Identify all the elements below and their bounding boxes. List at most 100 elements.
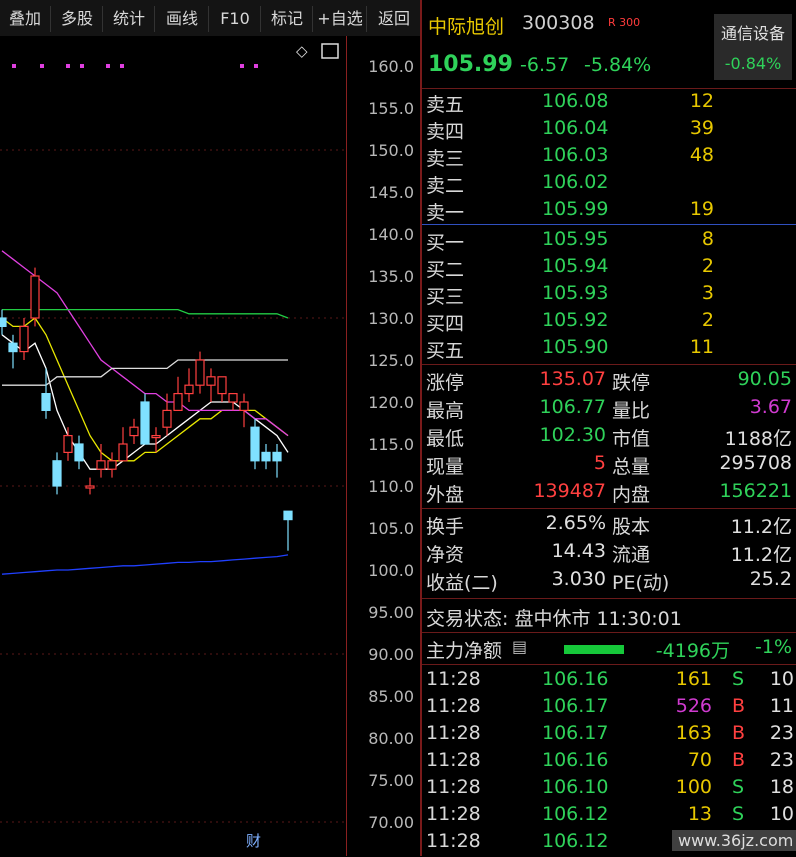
stock-name: 中际旭创 (428, 16, 505, 38)
candle-body[interactable] (195, 359, 205, 386)
toolbar-button-7[interactable]: 返回 (368, 6, 421, 32)
tick-time: 11:28 (426, 668, 481, 690)
bid-price: 105.93 (542, 282, 609, 304)
ask-label: 卖一 (426, 202, 465, 224)
candle-body[interactable] (151, 435, 161, 439)
stat-label: 涨停 (426, 372, 465, 394)
sector-button[interactable]: 通信设备 -0.84% (714, 14, 792, 80)
candle-body[interactable] (96, 460, 106, 470)
ask-row[interactable]: 卖五 106.08 12 (422, 90, 796, 117)
list-icon[interactable]: ▤ (512, 637, 527, 656)
stat-value: 156221 (719, 480, 792, 502)
tick-price: 106.12 (542, 830, 609, 852)
candle-body[interactable] (162, 409, 172, 428)
candle-body[interactable] (250, 426, 260, 462)
tick-row[interactable]: 11:28 106.17 526 B 11 (422, 695, 796, 722)
stat-row: 收益(二) 3.030 PE(动) 25.2 (422, 568, 796, 595)
candle-body[interactable] (261, 451, 271, 462)
axis-tick-label: 100.0 (368, 561, 414, 580)
tick-row[interactable]: 11:28 106.16 70 B 23 (422, 749, 796, 776)
candle-body[interactable] (140, 401, 150, 445)
last-price: 105.99 (428, 52, 513, 77)
ask-volume: 48 (689, 144, 714, 166)
axis-tick-label: 155.0 (368, 99, 414, 118)
bid-row[interactable]: 买四 105.92 2 (422, 309, 796, 336)
candle-body[interactable] (85, 485, 95, 489)
stock-code: 300308 (522, 12, 595, 34)
tick-volume: 100 (675, 776, 712, 798)
candle-body[interactable] (272, 451, 282, 462)
ask-row[interactable]: 卖三 106.03 48 (422, 144, 796, 171)
tick-side: S (732, 776, 745, 798)
tick-row[interactable]: 11:28 106.17 163 B 23 (422, 722, 796, 749)
toolbar-button-6[interactable]: +自选 (314, 6, 367, 32)
stat-label: 最低 (426, 428, 465, 450)
ask-row[interactable]: 卖四 106.04 39 (422, 117, 796, 144)
divider (422, 364, 796, 365)
signal-dot (66, 64, 70, 68)
toolbar-button-1[interactable]: 多股 (52, 6, 103, 32)
ma-line-4 (2, 359, 288, 386)
bid-row[interactable]: 买一 105.95 8 (422, 228, 796, 255)
stat-label: 量比 (612, 400, 651, 422)
candle-body[interactable] (118, 443, 128, 462)
candle-body[interactable] (63, 435, 73, 454)
ma-line-3 (2, 308, 289, 319)
main-flow-pct: -1% (755, 636, 792, 658)
ask-row[interactable]: 卖一 105.99 19 (422, 198, 796, 225)
candle-body[interactable] (217, 376, 227, 395)
ask-row[interactable]: 卖二 106.02 (422, 171, 796, 198)
tick-price: 106.17 (542, 695, 609, 717)
bid-label: 买五 (426, 340, 465, 362)
candle-body[interactable] (239, 401, 249, 411)
signal-dot (40, 64, 44, 68)
axis-tick-label: 70.00 (368, 813, 414, 832)
toolbar-button-5[interactable]: 标记 (262, 6, 313, 32)
tick-count: 23 (769, 749, 794, 771)
diamond-icon[interactable]: ◇ (296, 42, 308, 60)
bid-row[interactable]: 买二 105.94 2 (422, 255, 796, 282)
tick-row[interactable]: 11:28 106.10 100 S 18 (422, 776, 796, 803)
candle-body[interactable] (107, 460, 117, 470)
candle-body[interactable] (283, 510, 293, 521)
tick-time: 11:28 (426, 776, 481, 798)
axis-separator (346, 36, 347, 856)
axis-tick-label: 130.0 (368, 309, 414, 328)
panel-toggle-icon[interactable] (321, 43, 339, 59)
axis-tick-label: 160.0 (368, 57, 414, 76)
candle-body[interactable] (206, 376, 216, 386)
candle-body[interactable] (0, 317, 7, 327)
toolbar-button-4[interactable]: F10 (210, 6, 261, 32)
stat-value: 135.07 (539, 368, 606, 390)
kline-chart[interactable]: 160.0 155.0 150.0 145.0 140.0 135.0 130.0 125.0… (0, 36, 420, 856)
main-flow-amount: -4196万 (655, 640, 730, 662)
candle-body[interactable] (52, 460, 62, 487)
trade-status: 交易状态: 盘中休市 11:30:01 (426, 608, 682, 630)
toolbar-button-2[interactable]: 统计 (104, 6, 155, 32)
tick-row[interactable]: 11:28 106.12 13 S 10 (422, 803, 796, 830)
candle-body[interactable] (41, 393, 51, 412)
candle-body[interactable] (228, 393, 238, 403)
ma-line-5 (1, 554, 289, 575)
finance-marker[interactable]: 财 (246, 832, 261, 850)
stat-label: 收益(二) (426, 572, 498, 594)
tick-price: 106.16 (542, 749, 609, 771)
price-change-pct: -5.84% (584, 54, 652, 76)
candle-body[interactable] (74, 443, 84, 462)
stat-row: 涨停 135.07 跌停 90.05 (422, 368, 796, 395)
candle-body[interactable] (8, 342, 18, 353)
candle-body[interactable] (173, 393, 183, 412)
candle-body[interactable] (30, 275, 40, 319)
tick-volume: 161 (675, 668, 712, 690)
divider (422, 88, 796, 89)
toolbar-button-0[interactable]: 叠加 (0, 6, 51, 32)
bid-row[interactable]: 买五 105.90 11 (422, 336, 796, 363)
toolbar-button-3[interactable]: 画线 (156, 6, 209, 32)
candle-body[interactable] (129, 426, 139, 437)
stat-value: 106.77 (539, 396, 606, 418)
tick-row[interactable]: 11:28 106.16 161 S 10 (422, 668, 796, 695)
bid-row[interactable]: 买三 105.93 3 (422, 282, 796, 309)
ask-price: 106.03 (542, 144, 609, 166)
candle-body[interactable] (184, 384, 194, 395)
candle-body[interactable] (19, 325, 29, 353)
